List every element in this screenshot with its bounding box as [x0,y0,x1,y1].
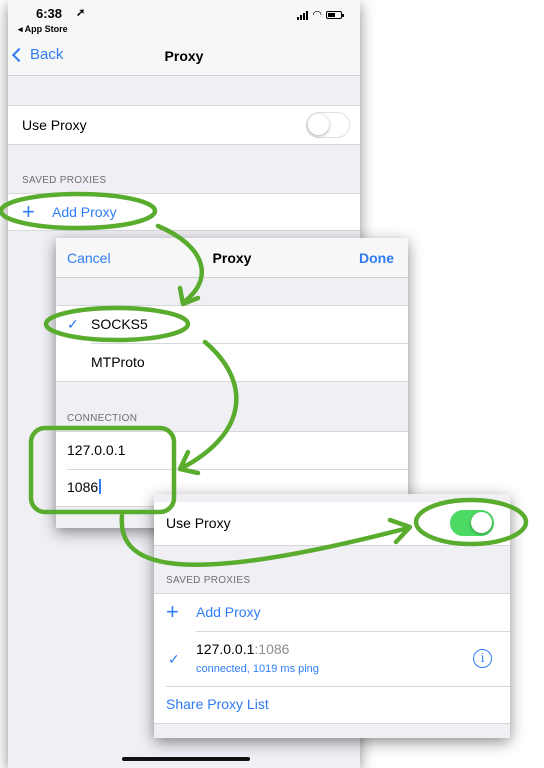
text-cursor [99,479,102,494]
status-icons: ◠ [297,9,344,21]
port-value: 1086 [67,479,99,495]
proxy-type-socks5[interactable]: ✓ SOCKS5 [56,305,408,343]
home-indicator [122,757,250,761]
proxy-result-screen: Use Proxy SAVED PROXIES + Add Proxy ✓ 12… [154,494,510,738]
proxy-type-label: MTProto [91,354,145,370]
use-proxy-label: Use Proxy [22,117,87,133]
share-proxy-list-label: Share Proxy List [166,696,269,712]
location-arrow-icon: ➚ [76,7,86,19]
add-proxy-label: Add Proxy [196,604,261,620]
editor-navigation-bar: Cancel Proxy Done [56,238,408,278]
editor-title: Proxy [212,250,252,266]
port-input: 1086 [67,479,102,495]
done-button[interactable]: Done [359,250,394,266]
proxy-host: 127.0.0.1 [196,641,255,657]
proxy-port: :1086 [254,641,290,657]
use-proxy-toggle[interactable] [306,112,350,138]
plus-icon: + [22,199,35,224]
wifi-icon: ◠ [312,9,322,21]
use-proxy-row: Use Proxy [154,502,510,546]
status-bar: 6:38 ➚ ◂ App Store ◠ [8,0,360,38]
add-proxy-label: Add Proxy [52,204,117,220]
proxy-status: connected, 1019 ms ping [196,663,319,675]
status-time: 6:38 [36,6,63,21]
server-field[interactable]: 127.0.0.1 [56,431,408,469]
connection-header: CONNECTION [67,413,138,424]
use-proxy-row: Use Proxy [8,105,360,145]
saved-proxies-header: SAVED PROXIES [22,175,107,186]
battery-icon [326,11,344,19]
checkmark-icon: ✓ [67,316,79,332]
proxy-address: 127.0.0.1:1086 [196,641,289,657]
add-proxy-row[interactable]: + Add Proxy [154,593,510,631]
plus-icon: + [166,599,179,624]
page-title: Proxy [164,48,204,64]
saved-proxy-item[interactable]: ✓ 127.0.0.1:1086 connected, 1019 ms ping… [154,631,510,686]
share-proxy-list-row[interactable]: Share Proxy List [154,686,510,724]
proxy-editor-screen: Cancel Proxy Done ✓ SOCKS5 MTProto CONNE… [56,238,408,528]
back-to-app-store-link[interactable]: ◂ App Store [18,24,68,35]
use-proxy-label: Use Proxy [166,515,231,531]
signal-icon [297,10,309,20]
proxy-type-label: SOCKS5 [91,316,148,332]
saved-proxies-header: SAVED PROXIES [166,575,251,586]
navigation-bar: Back Proxy [8,38,360,76]
add-proxy-row[interactable]: + Add Proxy [8,193,360,231]
info-icon[interactable]: i [473,649,492,668]
use-proxy-toggle[interactable] [450,510,494,536]
checkmark-icon: ✓ [168,651,180,667]
proxy-type-mtproto[interactable]: MTProto [56,343,408,382]
server-value: 127.0.0.1 [67,442,126,458]
